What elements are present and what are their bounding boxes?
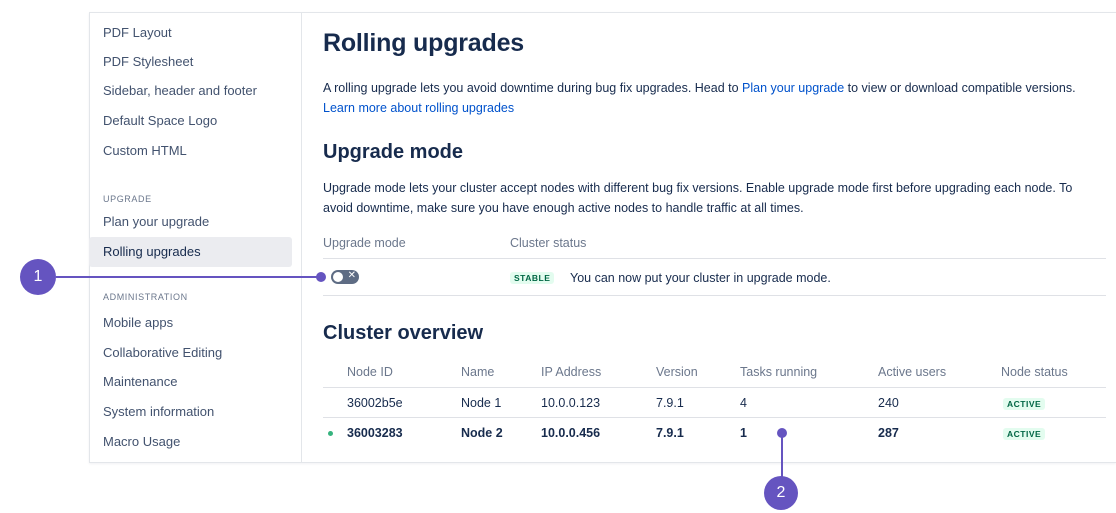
sidebar-item-maintenance[interactable]: Maintenance	[89, 367, 292, 397]
cell-version: 7.9.1	[656, 396, 684, 410]
sidebar-item-mobile-apps[interactable]: Mobile apps	[89, 308, 292, 338]
cluster-overview-heading: Cluster overview	[323, 322, 484, 344]
column-header-node-id: Node ID	[347, 365, 393, 379]
page-title: Rolling upgrades	[323, 29, 524, 57]
cell-ip-address: 10.0.0.456	[541, 426, 601, 440]
cell-tasks-running: 4	[740, 396, 747, 410]
column-header-version: Version	[656, 365, 698, 379]
toggle-knob	[333, 272, 343, 282]
sidebar-item-sidebar-header-footer[interactable]: Sidebar, header and footer	[89, 76, 292, 106]
column-header-ip-address: IP Address	[541, 365, 602, 379]
cell-name: Node 1	[461, 396, 502, 410]
cell-tasks-running: 1	[740, 426, 747, 440]
sidebar-item-rolling-upgrades[interactable]: Rolling upgrades	[89, 237, 292, 267]
intro-text-2: to view or download compatible versions.	[844, 81, 1076, 95]
stable-status-badge: STABLE	[510, 272, 555, 284]
plan-your-upgrade-link[interactable]: Plan your upgrade	[742, 81, 844, 95]
divider	[323, 387, 1106, 388]
sidebar-item-system-information[interactable]: System information	[89, 397, 292, 427]
callout-1-dot	[316, 272, 326, 282]
upgrade-mode-toggle[interactable]: ✕	[331, 270, 359, 284]
sidebar-heading-upgrade: UPGRADE	[103, 194, 152, 204]
sidebar-item-collaborative-editing[interactable]: Collaborative Editing	[89, 338, 292, 368]
sidebar-item-default-space-logo[interactable]: Default Space Logo	[89, 106, 292, 136]
sidebar-item-custom-html[interactable]: Custom HTML	[89, 136, 292, 166]
divider	[323, 258, 1106, 259]
divider	[323, 417, 1106, 418]
cell-active-users: 240	[878, 396, 899, 410]
divider	[323, 295, 1106, 296]
upgrade-mode-heading: Upgrade mode	[323, 141, 464, 163]
toggle-off-icon: ✕	[347, 270, 356, 281]
learn-more-rolling-upgrades-link[interactable]: Learn more about rolling upgrades	[323, 101, 514, 115]
column-header-node-status: Node status	[1001, 365, 1068, 379]
sidebar: PDF Layout PDF Stylesheet Sidebar, heade…	[89, 12, 302, 463]
sidebar-item-macro-usage[interactable]: Macro Usage	[89, 427, 292, 457]
node-status-badge: ACTIVE	[1003, 398, 1046, 410]
cell-active-users: 287	[878, 426, 899, 440]
current-node-indicator-icon	[328, 431, 333, 436]
sidebar-item-pdf-layout[interactable]: PDF Layout	[89, 18, 292, 48]
sidebar-item-plan-your-upgrade[interactable]: Plan your upgrade	[89, 207, 292, 237]
callout-1-line	[56, 276, 322, 278]
cluster-status-message: You can now put your cluster in upgrade …	[570, 271, 831, 285]
upgrade-mode-description: Upgrade mode lets your cluster accept no…	[323, 181, 1073, 215]
callout-2-line	[781, 436, 783, 478]
column-header-active-users: Active users	[878, 365, 947, 379]
cell-node-id: 36003283	[347, 426, 403, 440]
intro-text-1: A rolling upgrade lets you avoid downtim…	[323, 81, 743, 95]
sidebar-heading-administration: ADMINISTRATION	[103, 292, 188, 302]
callout-2-badge: 2	[764, 476, 798, 510]
sidebar-item-pdf-stylesheet[interactable]: PDF Stylesheet	[89, 47, 292, 77]
cell-version: 7.9.1	[656, 426, 684, 440]
column-header-tasks-running: Tasks running	[740, 365, 818, 379]
intro-paragraph: A rolling upgrade lets you avoid downtim…	[323, 78, 1093, 118]
cell-node-id: 36002b5e	[347, 396, 403, 410]
column-header-name: Name	[461, 365, 495, 379]
cell-name: Node 2	[461, 426, 503, 440]
callout-1-badge: 1	[20, 259, 56, 295]
cell-ip-address: 10.0.0.123	[541, 396, 601, 410]
cluster-status-column-header: Cluster status	[510, 236, 587, 250]
upgrade-mode-column-header: Upgrade mode	[323, 236, 406, 250]
node-status-badge: ACTIVE	[1003, 428, 1046, 440]
